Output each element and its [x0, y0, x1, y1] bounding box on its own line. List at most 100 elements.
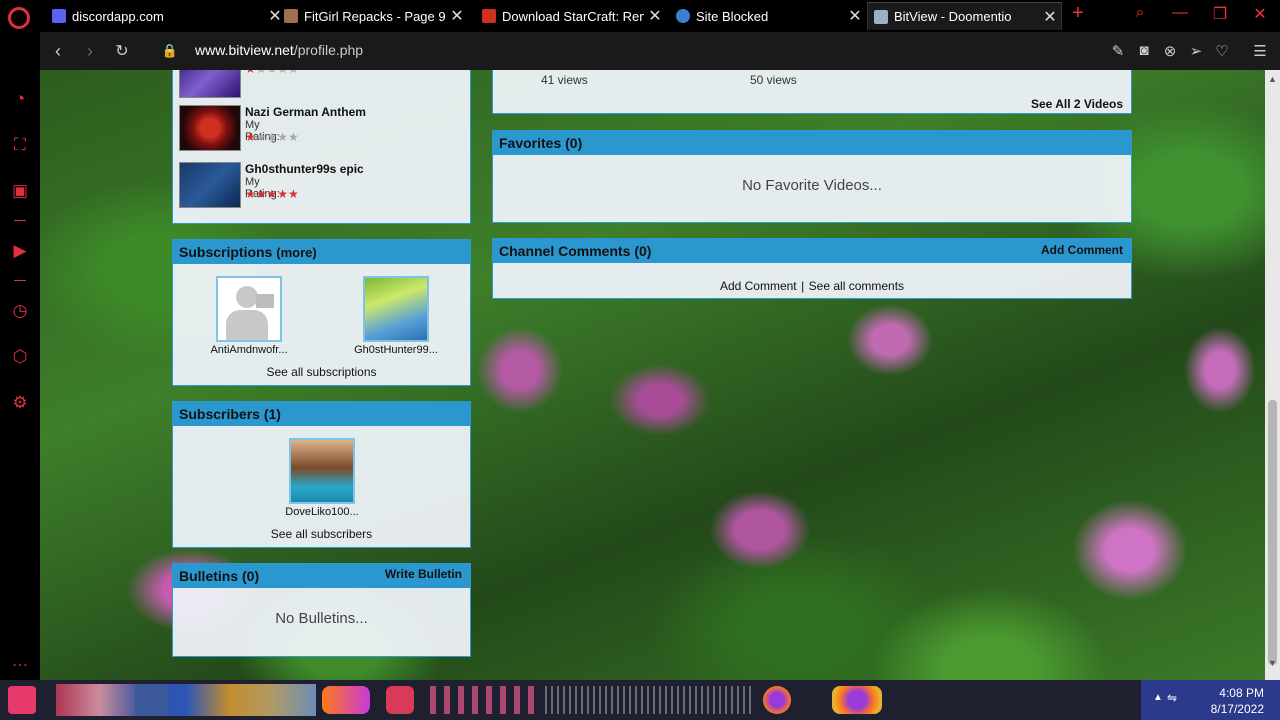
url-domain: www.bitview.net	[195, 42, 294, 58]
tab-label: Site Blocked	[696, 8, 769, 24]
rating-stars[interactable]: ★★★★★	[245, 130, 299, 144]
sidebar-divider	[14, 280, 26, 281]
tab-close-icon[interactable]: ✕	[844, 6, 866, 26]
tab-label: Download StarCraft: Remaste	[502, 8, 644, 24]
forward-icon[interactable]: ›	[79, 41, 101, 62]
more-icon[interactable]: …	[9, 650, 31, 672]
avatar[interactable]	[216, 276, 282, 342]
subscription-item[interactable]: AntiAmdnwofr...	[194, 276, 304, 356]
add-comment-header-link[interactable]: Add Comment	[1041, 243, 1123, 257]
url-path: /profile.php	[293, 42, 364, 58]
favorites-count: (0)	[565, 135, 583, 151]
tab-site-blocked[interactable]: Site Blocked ✕	[670, 2, 866, 30]
firefox-icon[interactable]	[763, 686, 791, 714]
firefox-icon[interactable]	[832, 686, 882, 714]
taskbar-running-apps[interactable]	[545, 686, 755, 714]
address-bar: ‹ › ↻ 🔒 www.bitview.net/profile.php ✎ ◙ …	[40, 32, 1280, 70]
tab-close-icon[interactable]: ✕	[446, 6, 468, 26]
tab-starcraft[interactable]: Download StarCraft: Remaste ✕	[476, 2, 666, 30]
search-icon[interactable]: ⌕	[1120, 4, 1160, 22]
video-title[interactable]: Gh0sthunter99s epic	[245, 162, 364, 176]
subscribers-header: Subscribers (1)	[173, 402, 470, 426]
fitgirl-favicon-icon	[284, 9, 298, 23]
adblock-icon[interactable]: ⊗	[1160, 42, 1180, 60]
video-thumbnail[interactable]	[179, 70, 241, 98]
tab-close-icon[interactable]: ✕	[644, 6, 666, 26]
tab-label: FitGirl Repacks - Page 9 of	[304, 8, 446, 24]
camera-icon[interactable]: ◙	[1134, 42, 1154, 59]
menu-icon[interactable]: ☰	[1250, 42, 1270, 60]
minimize-icon[interactable]: —	[1160, 4, 1200, 22]
subscriber-item[interactable]: DoveLiko100...	[267, 438, 377, 518]
firefox-icon[interactable]	[322, 686, 370, 714]
video-thumbnail[interactable]	[179, 105, 241, 151]
tab-fitgirl[interactable]: FitGirl Repacks - Page 9 of ✕	[278, 2, 468, 30]
rating-stars[interactable]: ★★★★★	[245, 187, 299, 201]
clock-time[interactable]: 4:08 PM	[1219, 686, 1264, 700]
comments-links: Add Comment | See all comments	[493, 277, 1131, 295]
send-icon[interactable]: ➢	[1186, 42, 1206, 60]
avatar[interactable]	[363, 276, 429, 342]
speed-dial-icon[interactable]: ◔	[9, 88, 31, 110]
see-all-subscribers-link[interactable]: See all subscribers	[173, 527, 470, 541]
tab-discord[interactable]: discordapp.com ✕	[46, 2, 286, 30]
x-favicon-icon	[482, 9, 496, 23]
clock-date[interactable]: 8/17/2022	[1211, 702, 1264, 716]
subscriptions-more-link[interactable]: (more)	[276, 245, 316, 260]
shield-favicon-icon	[676, 9, 690, 23]
close-window-icon[interactable]: ✕	[1240, 4, 1280, 24]
video-thumbnail[interactable]	[179, 162, 241, 208]
opera-menu-icon[interactable]	[8, 7, 30, 29]
comments-title: Channel Comments	[499, 243, 631, 259]
page-scrollbar[interactable]: ▲ ▼	[1265, 70, 1280, 680]
subscriber-name[interactable]: DoveLiko100...	[267, 506, 377, 518]
subscription-name[interactable]: Gh0stHunter99...	[341, 344, 451, 356]
scroll-down-icon[interactable]: ▼	[1268, 658, 1277, 668]
taskbar-running-apps[interactable]	[430, 686, 540, 714]
player-icon[interactable]: ▶	[9, 240, 31, 262]
cube-icon[interactable]: ⬡	[9, 346, 31, 368]
recent-videos-box: ★★★★★ Nazi German Anthem My Rating: ★★★★…	[172, 70, 471, 224]
write-bulletin-link[interactable]: Write Bulletin	[385, 567, 462, 581]
see-all-subscriptions-link[interactable]: See all subscriptions	[173, 365, 470, 379]
restore-icon[interactable]: ❐	[1200, 4, 1240, 24]
tray-arrow-icon[interactable]: ▲	[1153, 692, 1163, 703]
see-all-videos-link[interactable]: See All 2 Videos	[1031, 97, 1123, 111]
network-icon[interactable]: ⇋	[1167, 691, 1177, 705]
history-icon[interactable]: ◷	[9, 300, 31, 322]
edit-icon[interactable]: ✎	[1108, 42, 1128, 60]
page-viewport: ★★★★★ Nazi German Anthem My Rating: ★★★★…	[40, 70, 1265, 680]
see-all-comments-link[interactable]: See all comments	[809, 279, 904, 293]
heart-icon[interactable]: ♡	[1212, 42, 1232, 60]
add-comment-link[interactable]: Add Comment	[720, 279, 797, 293]
bulletins-box: Bulletins (0) Write Bulletin No Bulletin…	[172, 563, 471, 657]
rating-stars[interactable]: ★★★★★	[245, 70, 299, 76]
subscription-item[interactable]: Gh0stHunter99...	[341, 276, 451, 356]
subscriptions-box: Subscriptions (more) AntiAmdnwofr... Gh0…	[172, 239, 471, 386]
url-field[interactable]: www.bitview.net/profile.php	[195, 42, 363, 58]
lock-icon: 🔒	[161, 43, 179, 58]
scrollbar-thumb[interactable]	[1268, 400, 1277, 665]
scroll-up-icon[interactable]: ▲	[1268, 74, 1277, 84]
link-separator: |	[801, 279, 805, 293]
settings-app-icon[interactable]	[386, 686, 414, 714]
video-title[interactable]: Nazi German Anthem	[245, 105, 366, 119]
comments-header: Channel Comments (0) Add Comment	[493, 239, 1131, 263]
pinned-apps-strip[interactable]	[56, 684, 316, 716]
discord-favicon-icon	[52, 9, 66, 23]
back-icon[interactable]: ‹	[47, 41, 69, 62]
tab-bitview[interactable]: BitView - Doomentio ✕	[867, 2, 1062, 30]
bulletins-header: Bulletins (0) Write Bulletin	[173, 564, 470, 588]
reload-icon[interactable]: ↻	[111, 41, 133, 61]
start-app-icon[interactable]	[8, 686, 36, 714]
new-tab-icon[interactable]: +	[1058, 2, 1098, 25]
favorites-title: Favorites	[499, 135, 562, 151]
system-tray: ▲ ⇋ 4:08 PM 8/17/2022	[1141, 680, 1280, 720]
shopping-bag-icon[interactable]: ⛶	[9, 134, 31, 156]
twitch-icon[interactable]: ▣	[9, 180, 31, 202]
subscription-name[interactable]: AntiAmdnwofr...	[194, 344, 304, 356]
settings-icon[interactable]: ⚙	[9, 392, 31, 414]
facebook-icon[interactable]	[135, 684, 167, 716]
favorites-box: Favorites (0) No Favorite Videos...	[492, 130, 1132, 223]
avatar[interactable]	[289, 438, 355, 504]
